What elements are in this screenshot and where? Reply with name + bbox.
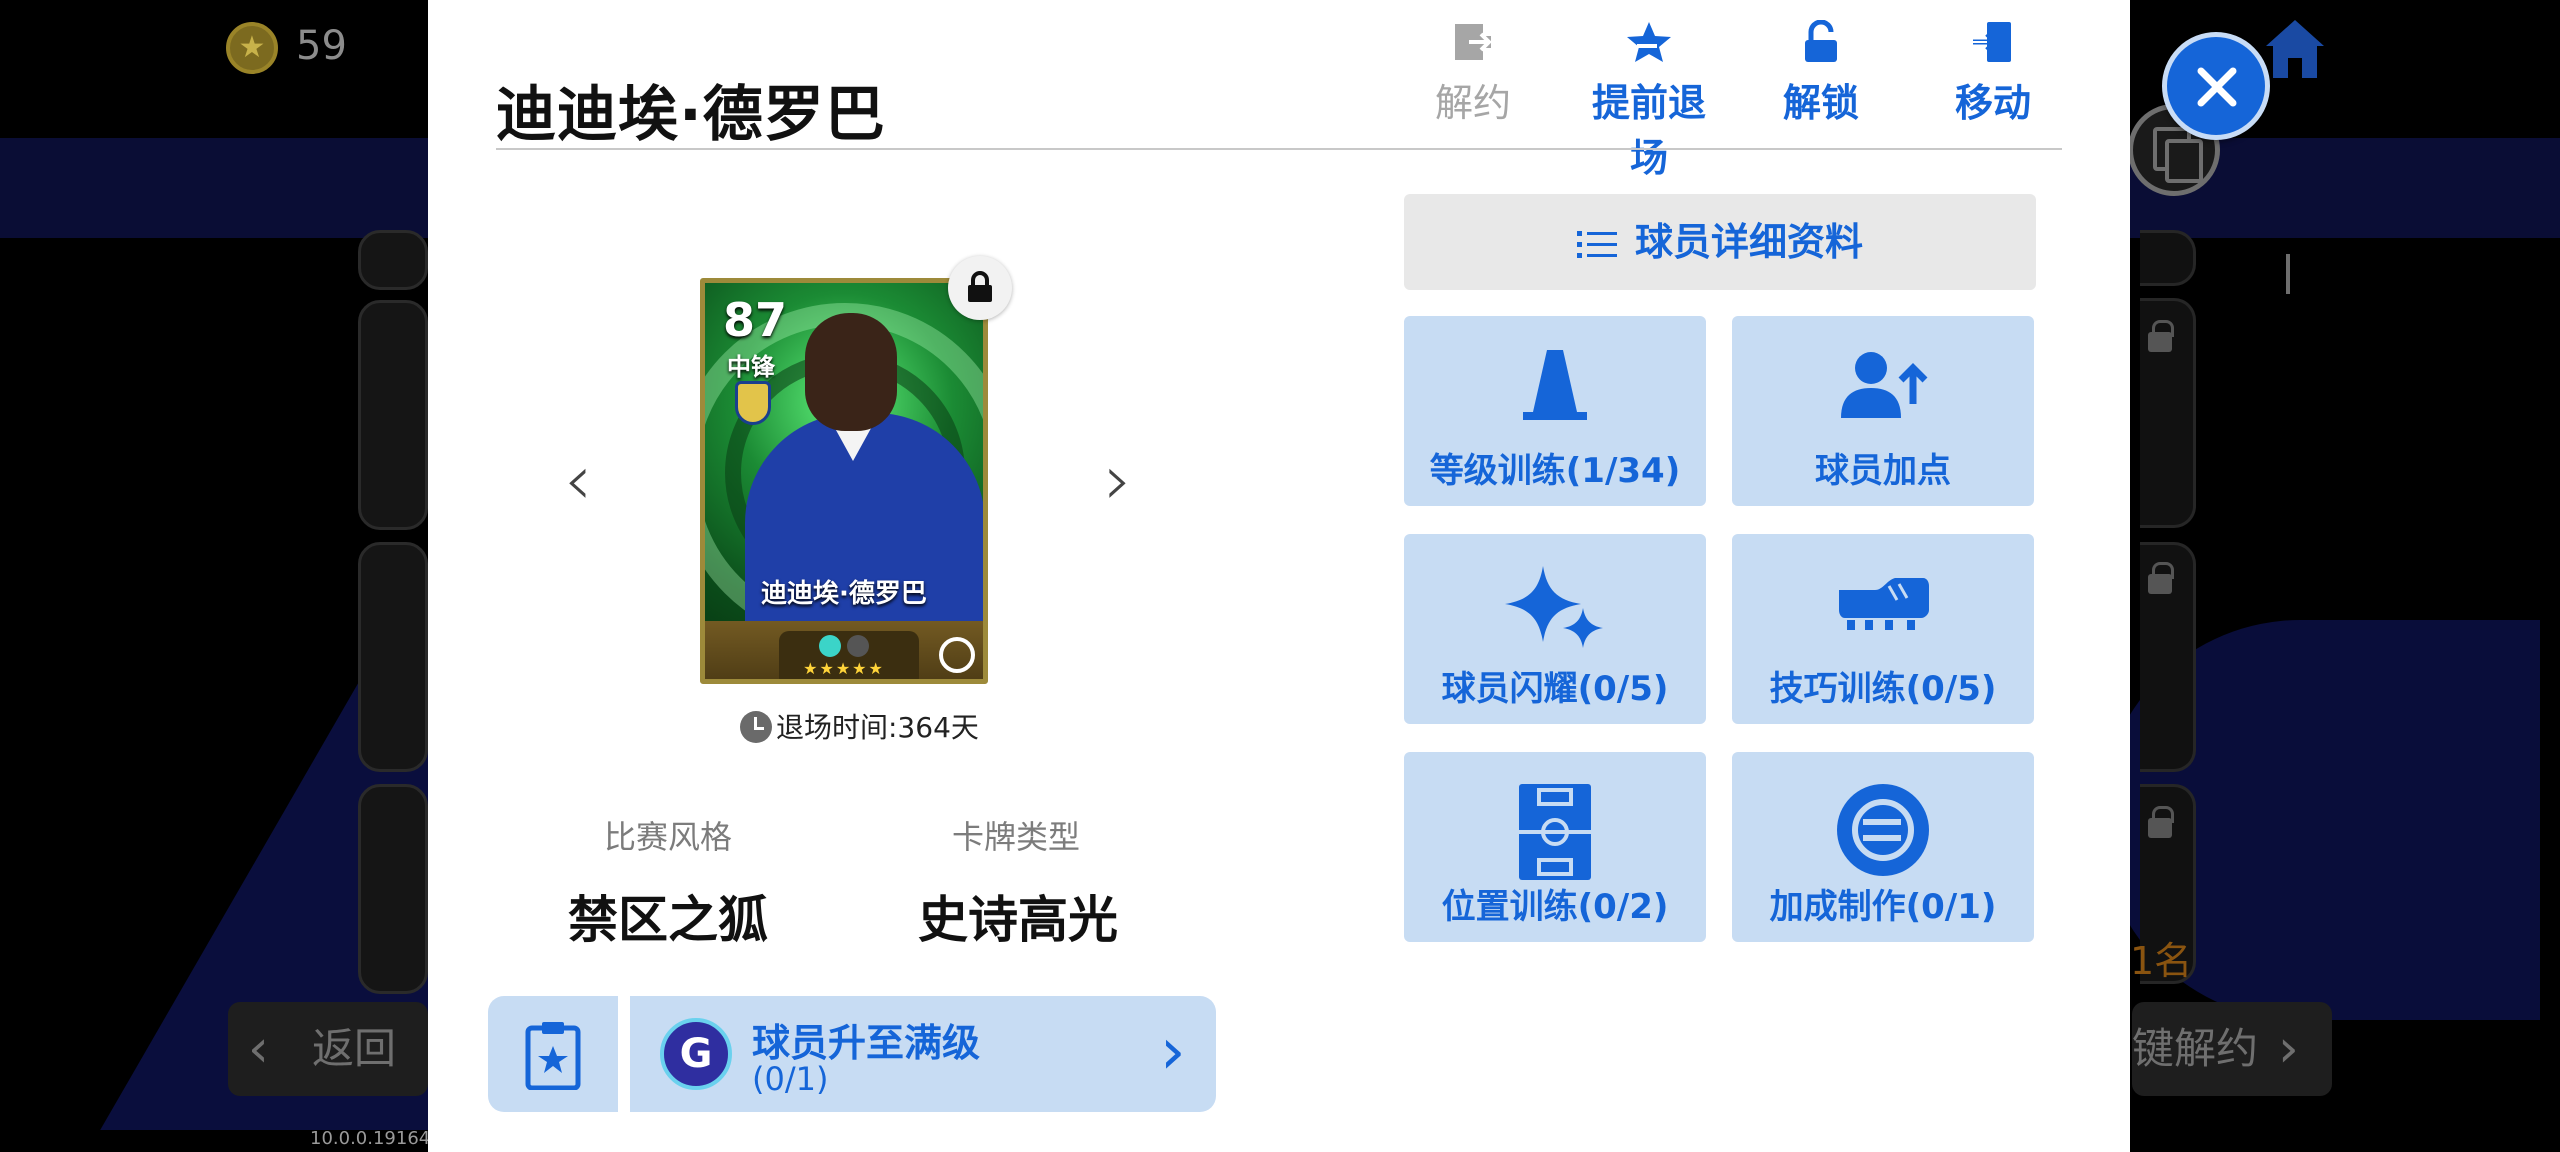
close-icon bbox=[2197, 67, 2237, 107]
lock-icon bbox=[2148, 806, 2174, 838]
player-points-tile[interactable]: 球员加点 bbox=[1732, 316, 2034, 506]
upgrade-progress: (0/1) bbox=[752, 1060, 829, 1098]
player-details-button[interactable]: 球员详细资料 bbox=[1404, 194, 2036, 290]
chevron-right-icon: › bbox=[1160, 1015, 1186, 1089]
lock-icon bbox=[2148, 562, 2174, 594]
lock-icon bbox=[968, 271, 992, 302]
efootball-logo-icon bbox=[939, 637, 975, 673]
move-icon bbox=[1973, 22, 2011, 62]
next-player-arrow[interactable]: › bbox=[1088, 440, 1148, 520]
level-training-tile[interactable]: 等级训练(1/34) bbox=[1404, 316, 1706, 506]
card-type-label: 卡牌类型 bbox=[951, 818, 1080, 856]
move-button[interactable]: 移动 bbox=[1918, 20, 2068, 127]
play-style-label: 比赛风格 bbox=[603, 818, 732, 856]
play-style-value: 禁区之狐 bbox=[568, 891, 768, 949]
chevron-right-icon: › bbox=[2278, 1019, 2299, 1079]
cone-icon bbox=[1523, 350, 1587, 420]
upgrade-title: 球员升至满级 bbox=[752, 1021, 981, 1065]
pitch-icon bbox=[1519, 784, 1591, 880]
close-button[interactable] bbox=[2162, 32, 2270, 140]
background-back-button: ‹ 返回 bbox=[228, 1002, 428, 1096]
card-lock-icon[interactable] bbox=[948, 256, 1012, 320]
efootball-icon bbox=[1837, 784, 1929, 876]
boot-icon bbox=[1839, 578, 1929, 630]
unlock-icon bbox=[1805, 20, 1837, 62]
background-player-card bbox=[358, 784, 428, 994]
card-rating: 87 bbox=[723, 293, 788, 347]
player-card[interactable]: 87 中锋 迪迪埃·德罗巴 ★★★★★ bbox=[700, 278, 988, 684]
player-name-title: 迪迪埃·德罗巴 bbox=[496, 80, 886, 150]
person-plus-icon bbox=[1841, 352, 1928, 418]
club-badge-icon bbox=[735, 381, 771, 425]
skill-training-tile[interactable]: 技巧训练(0/5) bbox=[1732, 534, 2034, 724]
prev-player-arrow[interactable]: ‹ bbox=[548, 440, 608, 520]
lock-icon bbox=[2148, 320, 2174, 352]
clock-icon bbox=[740, 711, 772, 743]
player-shine-tile[interactable]: 球员闪耀(0/5) bbox=[1404, 534, 1706, 724]
version-label: 10.0.0.191647 bbox=[310, 1128, 442, 1149]
background-player-card bbox=[358, 542, 428, 772]
g-coin-icon: G bbox=[660, 1018, 732, 1090]
background-player-card bbox=[358, 230, 428, 290]
upgrade-to-max-button[interactable]: G 球员升至满级 (0/1) › bbox=[630, 996, 1216, 1112]
header-divider bbox=[496, 148, 2062, 150]
card-position: 中锋 bbox=[727, 353, 775, 381]
background-list-item bbox=[2140, 230, 2196, 286]
early-exit-button[interactable]: 提前退场 bbox=[1574, 20, 1724, 182]
background-unsign-all-button: 键解约 › bbox=[2132, 1002, 2332, 1096]
home-icon bbox=[2266, 20, 2324, 78]
card-type-value: 史诗高光 bbox=[918, 891, 1118, 949]
card-player-name: 迪迪埃·德罗巴 bbox=[761, 579, 927, 609]
boost-craft-tile[interactable]: 加成制作(0/1) bbox=[1732, 752, 2034, 942]
retire-time: 退场时间:364天 bbox=[740, 708, 979, 748]
player-detail-panel: 迪迪埃·德罗巴 解约 提前退场 解锁 移动 ‹ › 87 中锋 迪迪埃·德罗巴 … bbox=[428, 0, 2130, 1152]
background-player-card bbox=[358, 300, 428, 530]
upgrade-clipboard-button[interactable] bbox=[488, 996, 618, 1112]
clipboard-star-icon bbox=[525, 1022, 581, 1090]
coin-count: 59 bbox=[296, 23, 347, 69]
sparkle-icon bbox=[1505, 566, 1603, 648]
list-icon bbox=[1576, 231, 1617, 258]
position-training-tile[interactable]: 位置训练(0/2) bbox=[1404, 752, 1706, 942]
star-exit-icon bbox=[1627, 22, 1671, 62]
chevron-left-icon: ‹ bbox=[248, 1019, 269, 1079]
unsign-icon bbox=[1455, 24, 1492, 60]
coin-icon: ★ bbox=[226, 22, 278, 74]
background-rank-text: 1名 bbox=[2130, 939, 2193, 983]
card-skill-icons bbox=[819, 635, 879, 657]
unsign-button[interactable]: 解约 bbox=[1398, 20, 1548, 127]
unlock-button[interactable]: 解锁 bbox=[1746, 20, 1896, 127]
divider bbox=[2286, 254, 2290, 294]
